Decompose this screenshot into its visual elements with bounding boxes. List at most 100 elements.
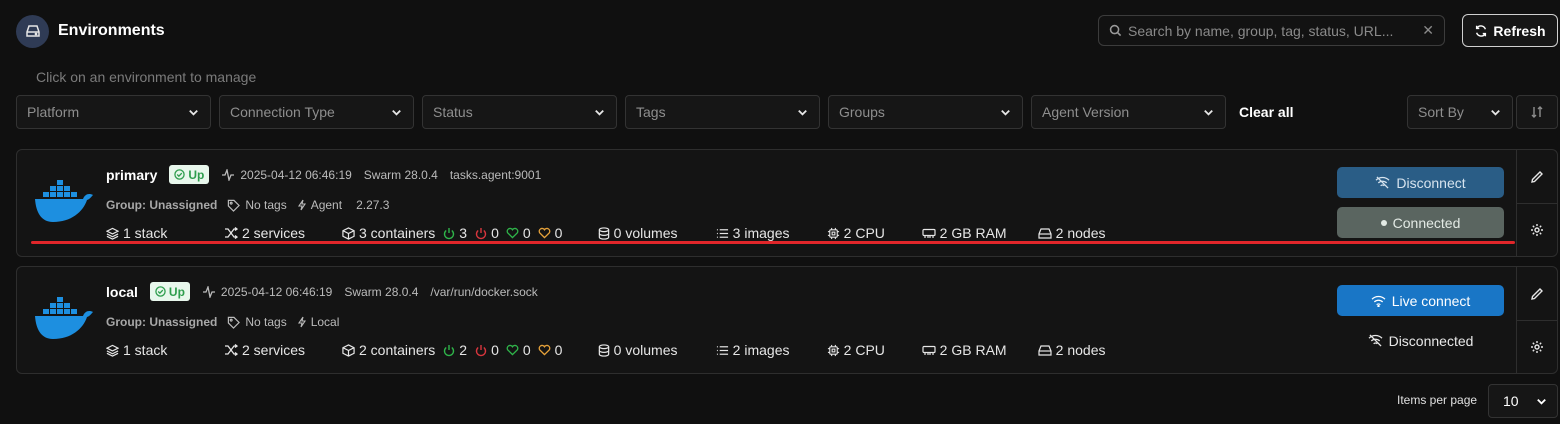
filter-label: Platform [27, 104, 80, 120]
volumes-count: 0 volumes [598, 342, 716, 358]
chevron-down-icon [1204, 109, 1213, 116]
connection-type-filter[interactable]: Connection Type [219, 95, 414, 129]
heartbeat-icon [222, 168, 235, 181]
stacks-count: 1 stack [106, 225, 224, 241]
items-per-page-value: 10 [1503, 393, 1519, 409]
database-icon [598, 226, 609, 240]
chevron-down-icon [392, 109, 401, 116]
items-per-page-select[interactable]: 10 [1488, 384, 1558, 418]
page-subtitle: Click on an environment to manage [36, 69, 257, 85]
environment-name[interactable]: primary [106, 167, 157, 183]
stacks-count: 1 stack [106, 342, 224, 358]
environment-settings-button[interactable] [1517, 203, 1557, 256]
bolt-icon [297, 199, 306, 211]
wifi-off-icon [1368, 334, 1383, 347]
containers-count: 2 containers [342, 342, 435, 358]
hard-drive-icon [1038, 228, 1052, 239]
healthy-count: 0 [506, 342, 531, 358]
heartbeat: 2025-04-12 06:46:19 [221, 168, 352, 182]
pencil-icon [1531, 287, 1543, 300]
power-off-icon [475, 227, 487, 239]
clear-all-button[interactable]: Clear all [1239, 104, 1293, 120]
containers-count: 3 containers [342, 225, 435, 241]
status-filter[interactable]: Status [422, 95, 617, 129]
volumes-count: 0 volumes [598, 225, 716, 241]
connection-status: Connected [1337, 207, 1504, 238]
group-label: Group: Unassigned [106, 198, 218, 212]
layers-icon [106, 227, 119, 240]
heart-icon [538, 344, 551, 356]
sort-order-icon [1531, 106, 1543, 118]
layers-icon [106, 344, 119, 357]
sort-order-button[interactable] [1516, 95, 1558, 129]
filter-label: Connection Type [230, 104, 335, 120]
chevron-down-icon [1001, 109, 1010, 116]
edit-environment-button[interactable] [1517, 150, 1557, 203]
tags-filter[interactable]: Tags [625, 95, 820, 129]
power-on-icon [444, 227, 455, 239]
filter-label: Status [433, 104, 473, 120]
heart-icon [538, 227, 551, 239]
chevron-down-icon [1491, 109, 1500, 116]
highlight-underline [31, 241, 1515, 244]
memory-icon [922, 345, 936, 355]
list-icon [716, 228, 728, 238]
environment-name[interactable]: local [106, 284, 138, 300]
tags-label: No tags [227, 198, 287, 212]
wifi-off-icon [1375, 176, 1390, 189]
environment-type: Local [297, 315, 339, 329]
services-count: 2 services [224, 342, 342, 358]
edit-environment-button[interactable] [1517, 267, 1557, 320]
live-connect-button[interactable]: Live connect [1337, 285, 1504, 316]
chevron-down-icon [189, 109, 198, 116]
nodes-count: 2 nodes [1038, 225, 1106, 241]
database-icon [598, 343, 609, 357]
heart-icon [506, 344, 519, 356]
disconnect-button[interactable]: Disconnect [1337, 167, 1504, 198]
environments-icon [16, 14, 49, 48]
search-box[interactable]: ✕ [1098, 15, 1445, 46]
search-icon [1109, 24, 1122, 37]
sort-by-select[interactable]: Sort By [1407, 95, 1513, 129]
agent-version-filter[interactable]: Agent Version [1031, 95, 1226, 129]
chevron-down-icon [1537, 398, 1546, 405]
sort-by-label: Sort By [1418, 104, 1464, 120]
environment-url: tasks.agent:9001 [449, 167, 542, 182]
services-count: 2 services [224, 225, 342, 241]
card-side-actions [1516, 267, 1557, 373]
chevron-down-icon [595, 109, 604, 116]
images-count: 3 images [716, 225, 827, 241]
memory-icon [922, 228, 936, 238]
filter-label: Groups [839, 104, 885, 120]
refresh-button[interactable]: Refresh [1462, 14, 1558, 47]
tag-icon [228, 316, 241, 329]
chevron-down-icon [798, 109, 807, 116]
nodes-count: 2 nodes [1038, 342, 1106, 358]
running-count: 2 [443, 342, 467, 358]
environment-settings-button[interactable] [1517, 320, 1557, 373]
heart-icon [506, 227, 519, 239]
box-icon [342, 343, 355, 357]
platform-filter[interactable]: Platform [16, 95, 211, 129]
status-badge: Up [149, 282, 190, 301]
power-off-icon [475, 344, 487, 356]
environment-card-primary[interactable]: primary Up 2025-04-12 06:46:19 Swarm 28.… [16, 149, 1558, 257]
search-input[interactable] [1128, 22, 1423, 39]
images-count: 2 images [716, 342, 827, 358]
pencil-icon [1531, 170, 1543, 183]
refresh-icon [1476, 24, 1487, 37]
filter-label: Agent Version [1042, 104, 1130, 120]
hard-drive-icon [1038, 345, 1052, 356]
power-on-icon [444, 344, 455, 356]
gear-icon [1531, 224, 1543, 236]
ram-amount: 2 GB RAM [922, 342, 1038, 358]
engine-version: Swarm 28.0.4 [363, 167, 438, 182]
wifi-icon [1371, 295, 1386, 307]
running-count: 3 [443, 225, 467, 241]
clear-search-icon[interactable]: ✕ [1422, 22, 1434, 39]
environment-card-local[interactable]: local Up 2025-04-12 06:46:19 Swarm 28.0.… [16, 266, 1558, 374]
environment-url: /var/run/docker.sock [430, 284, 538, 299]
heartbeat: 2025-04-12 06:46:19 [202, 285, 332, 299]
stopped-count: 0 [475, 342, 499, 358]
groups-filter[interactable]: Groups [828, 95, 1023, 129]
